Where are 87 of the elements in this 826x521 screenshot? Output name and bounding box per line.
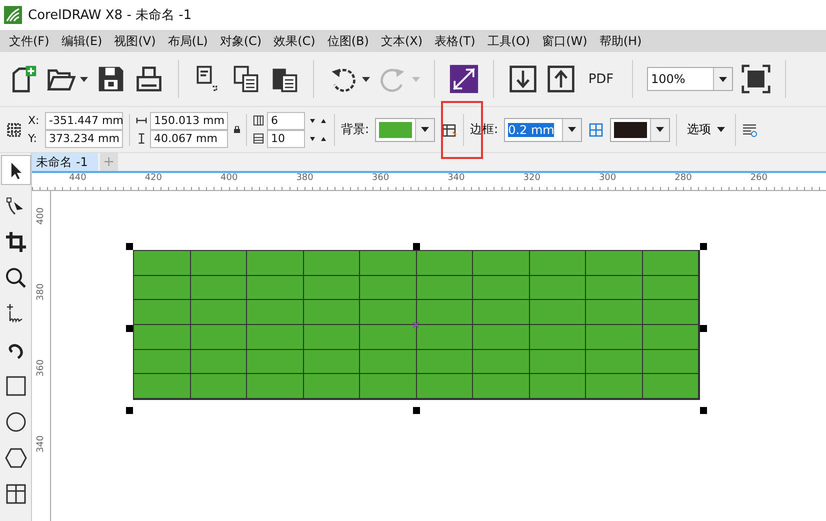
caret-icon [421, 127, 430, 132]
center-mark-icon [413, 322, 420, 328]
ruler-label: 260 [750, 173, 768, 185]
selection-handle[interactable] [700, 325, 708, 332]
caret-icon [568, 127, 576, 132]
caret-icon [717, 127, 726, 132]
zoom-dropdown[interactable]: 100% [647, 67, 733, 91]
selection-handle[interactable] [700, 407, 708, 414]
ruler-label: 420 [144, 173, 163, 185]
menu-item[interactable]: 位图(B) [322, 32, 376, 50]
ruler-label: 400 [220, 173, 239, 185]
ruler-label: 380 [296, 173, 314, 185]
spinner-icon[interactable] [308, 118, 328, 124]
caret-icon[interactable] [362, 76, 370, 82]
columns-spinbox[interactable]: 10 [267, 130, 305, 148]
menu-item[interactable]: 文件(F) [4, 32, 56, 50]
ruler-label: 280 [674, 173, 693, 185]
menu-item[interactable]: 效果(C) [268, 32, 322, 50]
x-position-field[interactable]: -351.447 mm [45, 112, 123, 130]
y-label: Y: [28, 132, 38, 145]
background-color-picker[interactable] [375, 118, 436, 142]
selection-handle[interactable] [126, 325, 134, 332]
export-pdf-button[interactable]: PDF [584, 63, 618, 95]
menu-item[interactable]: 帮助(H) [594, 32, 649, 50]
window-title: CorelDRAW X8 - 未命名 -1 [28, 7, 192, 24]
ruler-label: 380 [36, 283, 46, 301]
menu-item[interactable]: 编辑(E) [56, 32, 110, 50]
ruler-label: 360 [36, 359, 46, 377]
selection-handle[interactable] [126, 243, 134, 250]
ruler-label: 440 [69, 173, 88, 185]
lock-icon[interactable] [234, 126, 240, 133]
height-field[interactable]: 40.067 mm [150, 130, 228, 148]
background-label: 背景: [341, 121, 370, 138]
export-icon[interactable] [546, 64, 576, 94]
rows-icon [253, 115, 264, 126]
selection-handle[interactable] [700, 243, 708, 250]
width-field[interactable]: 150.013 mm [150, 112, 228, 130]
ellipse-icon [4, 410, 28, 434]
options-button[interactable]: 选项 [683, 121, 730, 138]
fullscreen-icon[interactable] [741, 64, 771, 94]
ruler-label: 360 [372, 173, 390, 185]
table-style-icon[interactable] [441, 122, 458, 138]
ruler-label: 320 [523, 173, 542, 185]
ruler-label: 300 [598, 173, 618, 185]
crop-icon [4, 230, 28, 254]
print-icon[interactable] [134, 64, 164, 94]
menu-item[interactable]: 工具(O) [482, 32, 538, 50]
selection-handle[interactable] [126, 407, 134, 414]
table-icon [4, 482, 28, 506]
border-width-dropdown[interactable]: 0.2 mm [504, 118, 582, 142]
app-logo-icon [4, 6, 22, 24]
columns-icon [253, 133, 264, 144]
menu-item[interactable]: 布局(L) [162, 32, 215, 50]
caret-icon[interactable] [80, 76, 88, 82]
border-sides-icon[interactable] [588, 122, 604, 138]
document-tab[interactable]: 未命名 -1 [32, 153, 98, 171]
spinner-icon[interactable] [308, 136, 328, 142]
menu-item[interactable]: 文本(X) [376, 32, 430, 50]
table-select-icon [6, 122, 22, 138]
y-position-field[interactable]: 373.234 mm [45, 130, 123, 148]
menu-item[interactable]: 表格(T) [430, 32, 482, 50]
arrows-icon[interactable] [449, 64, 479, 94]
ruler-label: 400 [36, 207, 46, 225]
menu-item[interactable]: 对象(C) [214, 32, 269, 50]
height-icon [136, 133, 147, 144]
menu-item[interactable]: 视图(V) [109, 32, 163, 50]
menu-item[interactable]: 窗口(W) [537, 32, 594, 50]
highlight-box [441, 101, 483, 159]
x-label: X: [28, 114, 40, 127]
selection-handle[interactable] [413, 407, 420, 414]
save-icon[interactable] [96, 64, 126, 94]
rows-spinbox[interactable]: 6 [267, 112, 305, 130]
caret-icon [656, 127, 664, 132]
border-color-picker[interactable] [610, 118, 670, 142]
ruler-label: 340 [448, 173, 466, 185]
width-icon [136, 115, 147, 126]
polygon-icon [4, 446, 28, 470]
selection-handle[interactable] [413, 243, 420, 250]
import-icon[interactable] [508, 64, 538, 94]
caret-icon [719, 76, 727, 82]
border-label: 边框: [470, 121, 498, 138]
pointer-tool[interactable] [0, 155, 31, 185]
zoom-icon [4, 266, 28, 290]
ruler-label: 340 [36, 435, 46, 453]
copy-icon[interactable] [231, 64, 261, 94]
text-search-icon[interactable] [742, 122, 758, 138]
rectangle-icon [4, 374, 28, 398]
